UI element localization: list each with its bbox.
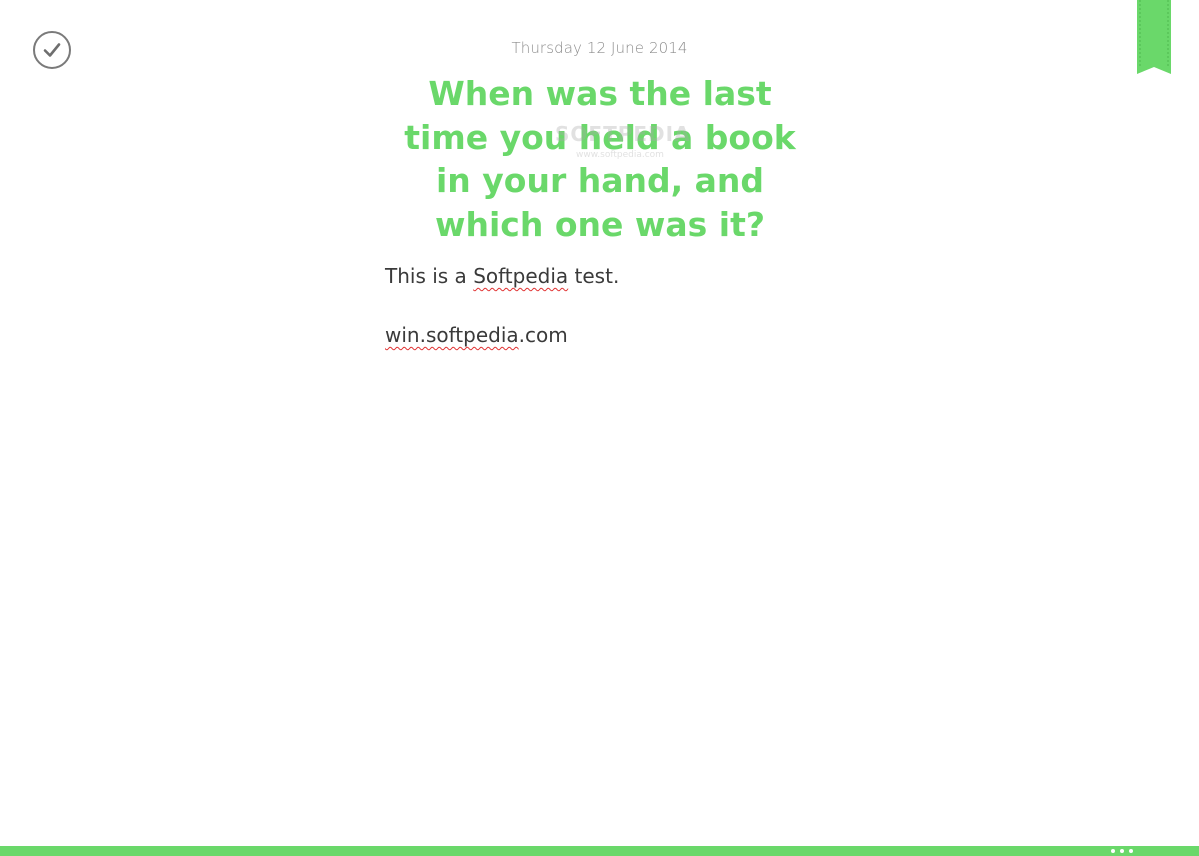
misspelled-word: Softpedia (473, 264, 569, 288)
ellipsis-icon (1111, 849, 1115, 853)
more-options-button[interactable] (1104, 846, 1140, 856)
entry-body-line: win.softpedia.com (385, 321, 815, 349)
ellipsis-icon (1129, 849, 1133, 853)
entry-body-line: This is a Softpedia test. (385, 262, 815, 290)
body-text: test. (568, 264, 620, 288)
misspelled-word: win.softpedia (385, 323, 519, 347)
body-text: .com (518, 323, 568, 347)
body-text: This is a (385, 264, 474, 288)
ellipsis-icon (1120, 849, 1124, 853)
entry-date: Thursday 12 June 2014 (511, 39, 688, 57)
entry-body-editor[interactable]: This is a Softpedia test. win.softpedia.… (385, 262, 815, 349)
prompt-question: When was the last time you held a book i… (404, 74, 796, 244)
bookmark-ribbon-icon[interactable] (1137, 0, 1171, 74)
bottom-app-bar (0, 846, 1199, 856)
